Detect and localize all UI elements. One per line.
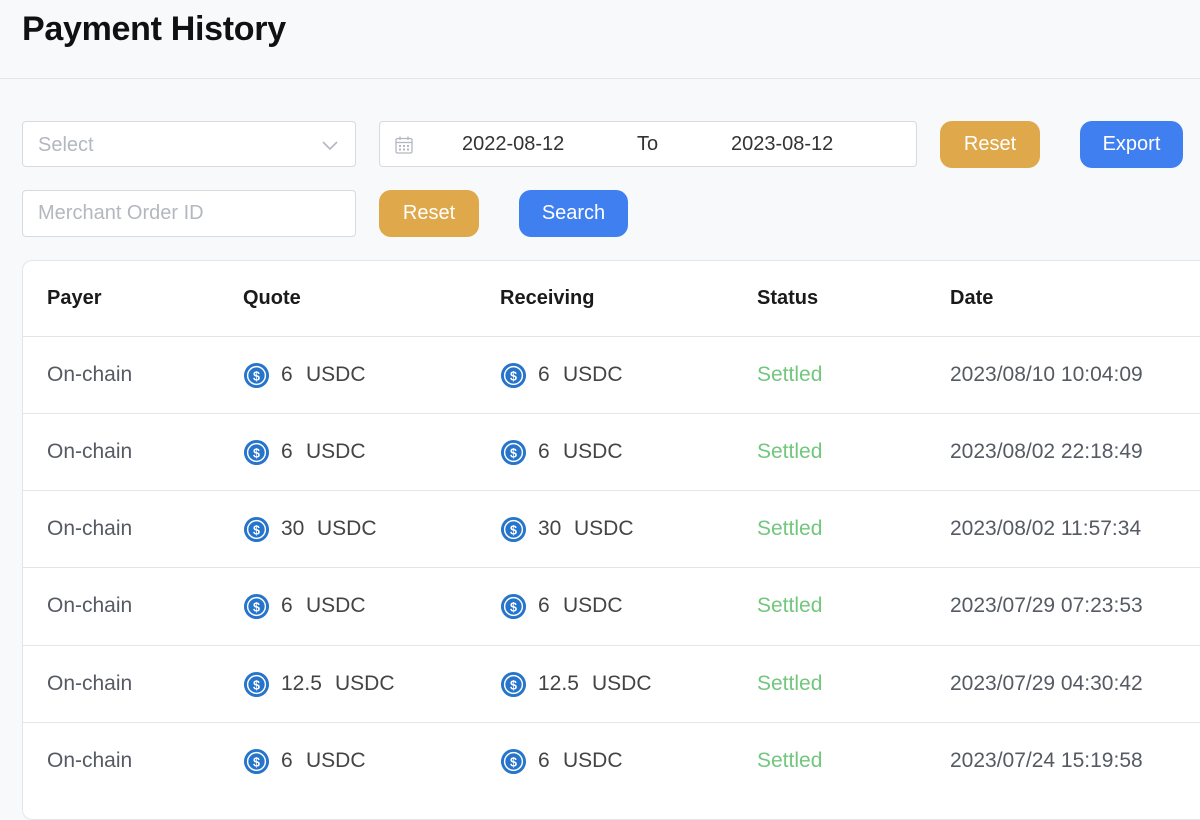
quote-currency: USDC	[306, 440, 366, 463]
payer-cell: On-chain	[47, 672, 133, 695]
receiving-amount: 6	[538, 594, 550, 617]
receiving-currency: USDC	[574, 517, 634, 540]
quote-amount: 6	[281, 749, 293, 772]
status-badge: Settled	[757, 440, 823, 463]
payment-table: Payer Quote Receiving Status Date On-cha…	[22, 260, 1200, 820]
receiving-currency: USDC	[563, 363, 623, 386]
receiving-amount: 6	[538, 363, 550, 386]
date-start[interactable]: 2022-08-12	[462, 133, 564, 156]
usdc-coin-icon: $	[500, 593, 527, 620]
svg-text:$: $	[510, 678, 517, 692]
usdc-coin-icon: $	[243, 439, 270, 466]
svg-text:$: $	[510, 600, 517, 614]
usdc-coin-icon: $	[243, 671, 270, 698]
receiving-currency: USDC	[563, 440, 623, 463]
usdc-coin-icon: $	[500, 748, 527, 775]
table-row[interactable]: On-chain $ 6 USDC $ 6 USDC Settled 2023/…	[23, 722, 1200, 799]
receiving-currency: USDC	[563, 749, 623, 772]
svg-text:$: $	[510, 523, 517, 537]
quote-currency: USDC	[306, 363, 366, 386]
quote-currency: USDC	[306, 594, 366, 617]
select-placeholder: Select	[38, 134, 94, 156]
status-badge: Settled	[757, 363, 823, 386]
svg-text:$: $	[510, 755, 517, 769]
usdc-coin-icon: $	[243, 593, 270, 620]
quote-amount: 12.5	[281, 672, 322, 695]
table-row[interactable]: On-chain $ 12.5 USDC $ 12.5 USDC Settled…	[23, 645, 1200, 722]
status-badge: Settled	[757, 672, 823, 695]
svg-text:$: $	[510, 446, 517, 460]
payer-cell: On-chain	[47, 440, 133, 463]
search-button[interactable]: Search	[519, 190, 628, 237]
svg-text:$: $	[253, 755, 260, 769]
date-cell: 2023/08/02 22:18:49	[950, 440, 1143, 463]
reset-order-button[interactable]: Reset	[379, 190, 479, 237]
payer-cell: On-chain	[47, 363, 133, 386]
status-badge: Settled	[757, 594, 823, 617]
quote-currency: USDC	[317, 517, 377, 540]
quote-amount: 30	[281, 517, 305, 540]
svg-text:$: $	[253, 600, 260, 614]
filter-select[interactable]: Select	[22, 121, 356, 167]
date-end[interactable]: 2023-08-12	[731, 133, 833, 156]
svg-text:$: $	[253, 678, 260, 692]
receiving-amount: 12.5	[538, 672, 579, 695]
column-header-payer: Payer	[47, 287, 102, 309]
merchant-order-id-input[interactable]	[22, 190, 356, 237]
calendar-icon	[395, 136, 413, 154]
payer-cell: On-chain	[47, 594, 133, 617]
svg-text:$: $	[253, 446, 260, 460]
usdc-coin-icon: $	[500, 671, 527, 698]
column-header-quote: Quote	[243, 287, 301, 309]
date-cell: 2023/07/24 15:19:58	[950, 749, 1143, 772]
usdc-coin-icon: $	[500, 362, 527, 389]
svg-text:$: $	[510, 369, 517, 383]
column-header-date: Date	[950, 287, 994, 309]
date-cell: 2023/07/29 04:30:42	[950, 672, 1143, 695]
receiving-amount: 30	[538, 517, 562, 540]
date-cell: 2023/08/10 10:04:09	[950, 363, 1143, 386]
usdc-coin-icon: $	[243, 516, 270, 543]
page-title: Payment History	[22, 10, 286, 48]
quote-amount: 6	[281, 594, 293, 617]
column-header-receiving: Receiving	[500, 287, 595, 309]
quote-currency: USDC	[335, 672, 395, 695]
date-range-picker[interactable]: 2022-08-12 To 2023-08-12	[379, 121, 917, 167]
table-row[interactable]: On-chain $ 6 USDC $ 6 USDC Settled 2023/…	[23, 413, 1200, 490]
table-row[interactable]: On-chain $ 6 USDC $ 6 USDC Settled 2023/…	[23, 336, 1200, 413]
column-header-status: Status	[757, 287, 819, 309]
receiving-amount: 6	[538, 749, 550, 772]
usdc-coin-icon: $	[500, 439, 527, 466]
status-badge: Settled	[757, 517, 823, 540]
reset-button[interactable]: Reset	[940, 121, 1040, 168]
payer-cell: On-chain	[47, 749, 133, 772]
date-cell: 2023/07/29 07:23:53	[950, 594, 1143, 617]
export-button[interactable]: Export	[1080, 121, 1183, 168]
receiving-currency: USDC	[592, 672, 652, 695]
receiving-currency: USDC	[563, 594, 623, 617]
svg-text:$: $	[253, 369, 260, 383]
date-separator: To	[637, 133, 659, 155]
quote-amount: 6	[281, 440, 293, 463]
table-row[interactable]: On-chain $ 6 USDC $ 6 USDC Settled 2023/…	[23, 567, 1200, 644]
chevron-down-icon	[322, 141, 338, 151]
svg-text:$: $	[253, 523, 260, 537]
usdc-coin-icon: $	[243, 748, 270, 775]
usdc-coin-icon: $	[500, 516, 527, 543]
quote-currency: USDC	[306, 749, 366, 772]
usdc-coin-icon: $	[243, 362, 270, 389]
receiving-amount: 6	[538, 440, 550, 463]
status-badge: Settled	[757, 749, 823, 772]
date-cell: 2023/08/02 11:57:34	[950, 517, 1142, 540]
payer-cell: On-chain	[47, 517, 133, 540]
quote-amount: 6	[281, 363, 293, 386]
table-row[interactable]: On-chain $ 30 USDC $ 30 USDC Settled 202…	[23, 490, 1200, 567]
page-header: Payment History	[0, 0, 1200, 79]
